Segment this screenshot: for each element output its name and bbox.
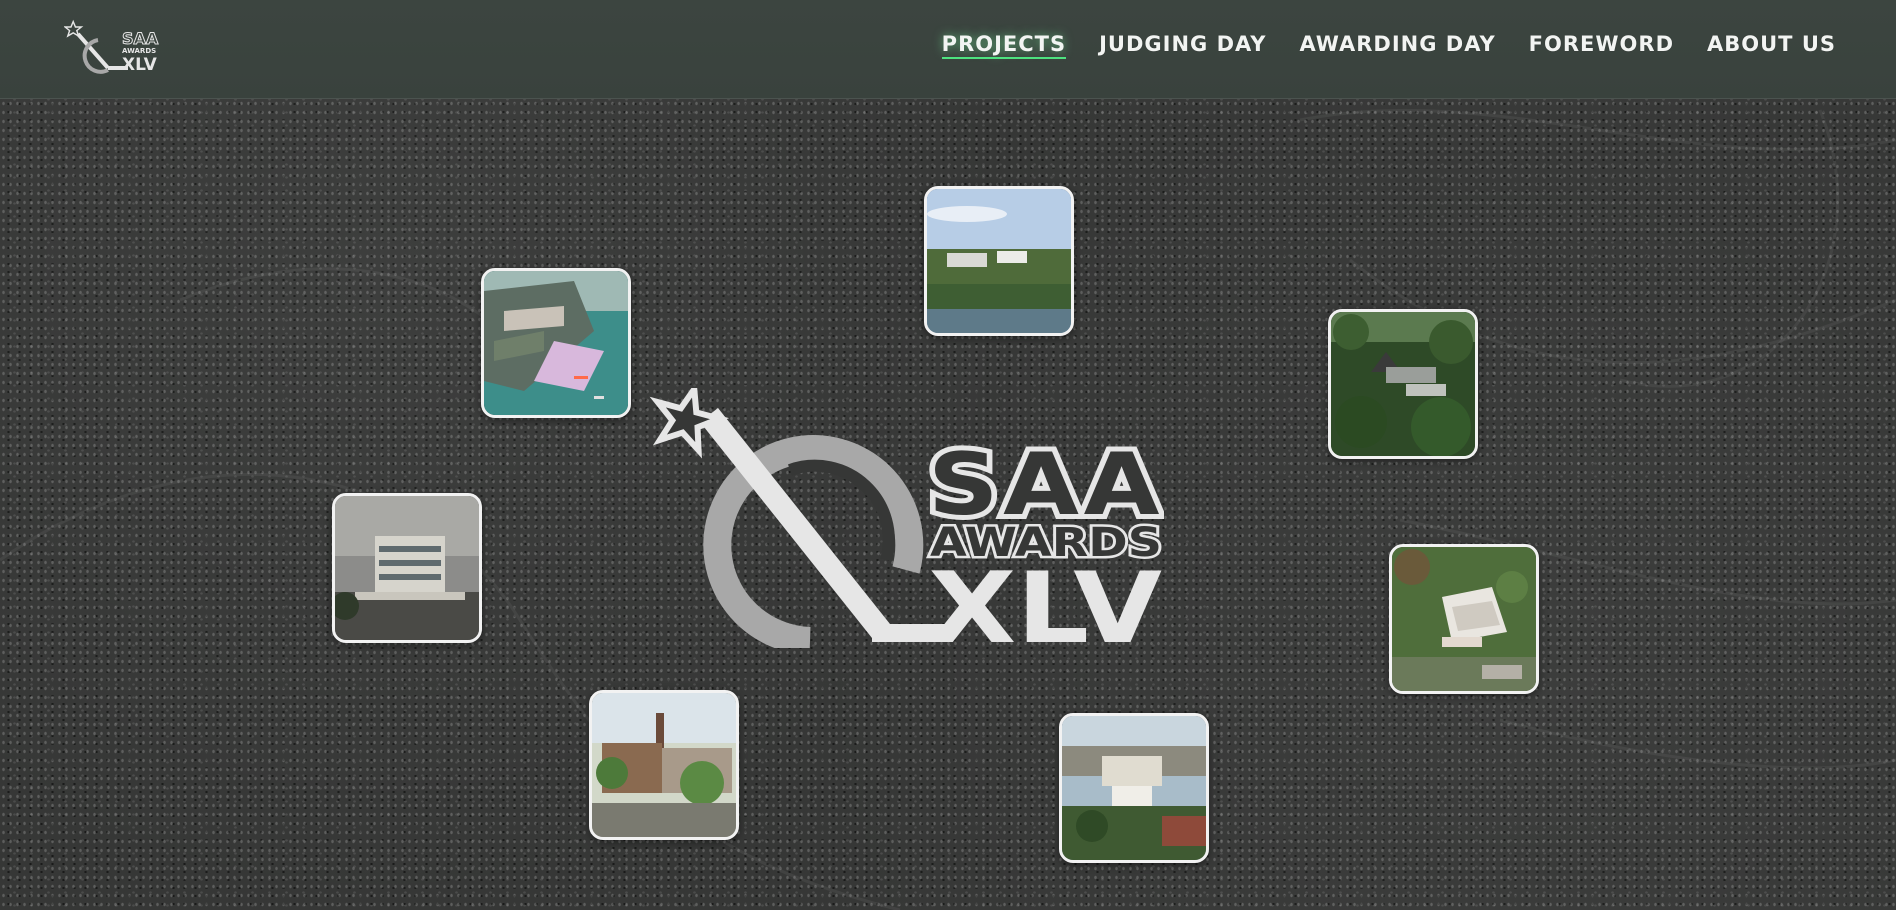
star-icon <box>649 380 730 459</box>
project-thumbnail-forest-resort[interactable] <box>1328 309 1478 459</box>
svg-text:AWARDS: AWARDS <box>122 47 156 55</box>
project-image <box>1062 716 1206 860</box>
nav-foreword[interactable]: FOREWORD <box>1529 32 1674 59</box>
project-thumbnail-urban-campus[interactable] <box>1059 713 1209 863</box>
project-image <box>335 496 479 640</box>
saa-awards-logo: SAA AWARDS XLV <box>640 380 1165 666</box>
svg-text:SAA: SAA <box>122 29 159 48</box>
nav-judging-day[interactable]: JUDGING DAY <box>1099 32 1266 59</box>
main-nav: PROJECTS JUDGING DAY AWARDING DAY FOREWO… <box>909 32 1836 59</box>
project-image <box>927 189 1071 333</box>
svg-text:XLV: XLV <box>122 55 158 74</box>
project-image <box>1392 547 1536 691</box>
project-image <box>484 271 628 415</box>
nav-about-us[interactable]: ABOUT US <box>1707 32 1836 59</box>
project-thumbnail-hillside-villa[interactable] <box>1389 544 1539 694</box>
nav-awarding-day[interactable]: AWARDING DAY <box>1299 32 1495 59</box>
site-logo[interactable]: SAA AWARDS XLV <box>63 18 174 75</box>
project-thumbnail-riverside[interactable] <box>924 186 1074 336</box>
project-image <box>1331 312 1475 456</box>
nav-projects[interactable]: PROJECTS <box>941 32 1067 59</box>
top-navigation-bar: SAA AWARDS XLV PROJECTS JUDGING DAY AWAR… <box>0 0 1896 99</box>
project-thumbnail-heritage-chimney[interactable] <box>589 690 739 840</box>
project-thumbnail-glass-office[interactable] <box>332 493 482 643</box>
svg-text:XLV: XLV <box>928 552 1162 648</box>
project-thumbnail-waterfront[interactable] <box>481 268 631 418</box>
project-image <box>592 693 736 837</box>
